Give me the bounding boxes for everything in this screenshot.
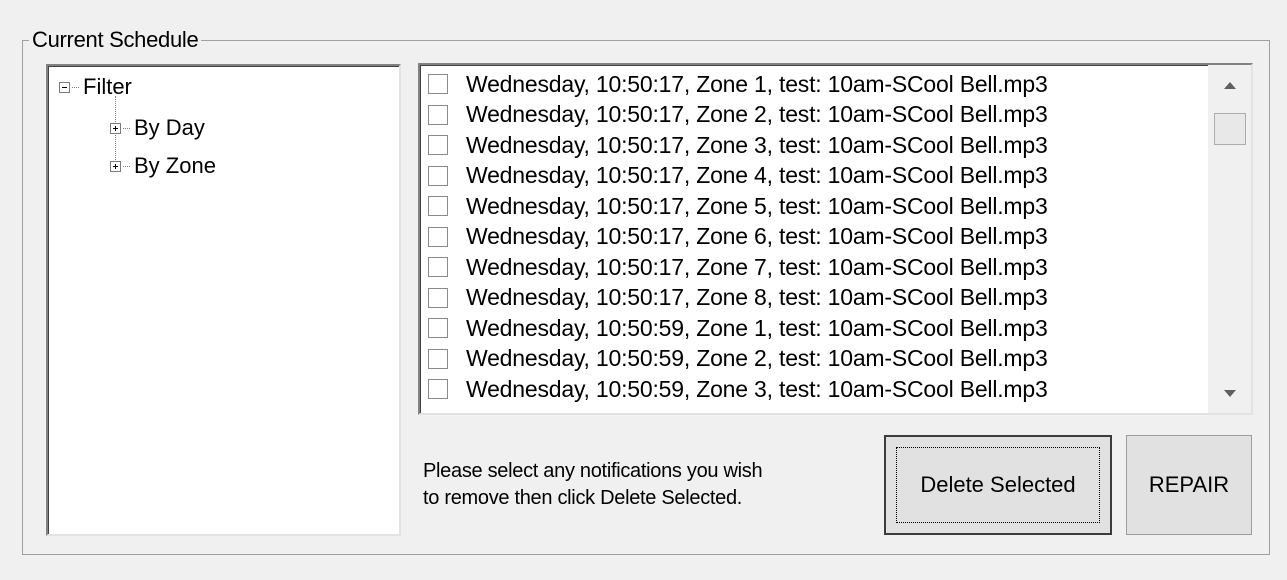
instructions-text: Please select any notifications you wish… bbox=[423, 458, 763, 512]
list-rows: Wednesday, 10:50:17, Zone 1, test: 10am-… bbox=[428, 69, 1048, 405]
instructions-line-1: Please select any notifications you wish bbox=[423, 460, 763, 482]
list-item-label: Wednesday, 10:50:17, Zone 7, test: 10am-… bbox=[466, 253, 1048, 280]
item-checkbox[interactable] bbox=[428, 287, 448, 308]
vertical-scrollbar[interactable] bbox=[1208, 65, 1251, 413]
arrow-down-icon bbox=[1223, 389, 1236, 397]
list-item[interactable]: Wednesday, 10:50:17, Zone 8, test: 10am-… bbox=[428, 283, 1048, 314]
tree-connector-line bbox=[123, 165, 130, 167]
list-item-label: Wednesday, 10:50:17, Zone 5, test: 10am-… bbox=[466, 192, 1048, 219]
list-item[interactable]: Wednesday, 10:50:17, Zone 5, test: 10am-… bbox=[428, 191, 1048, 222]
item-checkbox[interactable] bbox=[428, 379, 448, 400]
list-item[interactable]: Wednesday, 10:50:17, Zone 7, test: 10am-… bbox=[428, 252, 1048, 283]
repair-label: REPAIR bbox=[1148, 472, 1230, 497]
arrow-up-icon bbox=[1223, 81, 1236, 89]
tree-node-by-zone[interactable]: By Zone bbox=[110, 153, 216, 179]
schedule-checked-list[interactable]: Wednesday, 10:50:17, Zone 1, test: 10am-… bbox=[418, 63, 1253, 415]
focus-rectangle bbox=[896, 447, 1100, 523]
item-checkbox[interactable] bbox=[428, 257, 448, 278]
item-checkbox[interactable] bbox=[428, 104, 448, 125]
delete-selected-button[interactable]: Delete Selected bbox=[884, 435, 1112, 535]
list-item-label: Wednesday, 10:50:59, Zone 3, test: 10am-… bbox=[466, 375, 1048, 402]
scroll-down-button[interactable] bbox=[1208, 373, 1251, 413]
tree-node-label: By Zone bbox=[134, 153, 216, 178]
list-item-label: Wednesday, 10:50:59, Zone 2, test: 10am-… bbox=[466, 345, 1048, 372]
item-checkbox[interactable] bbox=[428, 74, 448, 95]
list-item-label: Wednesday, 10:50:17, Zone 3, test: 10am-… bbox=[466, 131, 1048, 158]
item-checkbox[interactable] bbox=[428, 196, 448, 217]
tree-node-filter[interactable]: Filter bbox=[59, 74, 132, 100]
list-item[interactable]: Wednesday, 10:50:59, Zone 1, test: 10am-… bbox=[428, 313, 1048, 344]
list-item[interactable]: Wednesday, 10:50:17, Zone 4, test: 10am-… bbox=[428, 161, 1048, 192]
item-checkbox[interactable] bbox=[428, 135, 448, 156]
list-item-label: Wednesday, 10:50:17, Zone 4, test: 10am-… bbox=[466, 162, 1048, 189]
list-item-label: Wednesday, 10:50:59, Zone 1, test: 10am-… bbox=[466, 314, 1048, 341]
tree-node-by-day[interactable]: By Day bbox=[110, 115, 205, 141]
instructions-line-2: to remove then click Delete Selected. bbox=[423, 487, 743, 509]
list-item-label: Wednesday, 10:50:17, Zone 1, test: 10am-… bbox=[466, 70, 1048, 97]
collapse-icon[interactable] bbox=[59, 81, 70, 93]
tree-node-label: Filter bbox=[83, 74, 132, 99]
item-checkbox[interactable] bbox=[428, 348, 448, 369]
item-checkbox[interactable] bbox=[428, 165, 448, 186]
tree-node-label: By Day bbox=[134, 115, 205, 140]
filter-tree-view[interactable]: Filter By Day By Zone bbox=[46, 64, 401, 536]
item-checkbox[interactable] bbox=[428, 318, 448, 339]
repair-button[interactable]: REPAIR bbox=[1126, 435, 1252, 535]
list-item-label: Wednesday, 10:50:17, Zone 8, test: 10am-… bbox=[466, 284, 1048, 311]
scroll-up-button[interactable] bbox=[1208, 65, 1251, 105]
tree-connector-line bbox=[72, 86, 79, 88]
expand-icon[interactable] bbox=[110, 160, 121, 172]
list-item[interactable]: Wednesday, 10:50:17, Zone 3, test: 10am-… bbox=[428, 130, 1048, 161]
list-item[interactable]: Wednesday, 10:50:59, Zone 3, test: 10am-… bbox=[428, 374, 1048, 405]
list-item[interactable]: Wednesday, 10:50:17, Zone 2, test: 10am-… bbox=[428, 100, 1048, 131]
list-item[interactable]: Wednesday, 10:50:17, Zone 6, test: 10am-… bbox=[428, 222, 1048, 253]
groupbox-title: Current Schedule bbox=[29, 28, 202, 52]
list-item[interactable]: Wednesday, 10:50:17, Zone 1, test: 10am-… bbox=[428, 69, 1048, 100]
list-item-label: Wednesday, 10:50:17, Zone 6, test: 10am-… bbox=[466, 223, 1048, 250]
item-checkbox[interactable] bbox=[428, 226, 448, 247]
tree-connector-line bbox=[123, 127, 130, 129]
list-item[interactable]: Wednesday, 10:50:59, Zone 2, test: 10am-… bbox=[428, 344, 1048, 375]
expand-icon[interactable] bbox=[110, 122, 121, 134]
scrollbar-thumb[interactable] bbox=[1214, 113, 1246, 145]
list-item-label: Wednesday, 10:50:17, Zone 2, test: 10am-… bbox=[466, 101, 1048, 128]
